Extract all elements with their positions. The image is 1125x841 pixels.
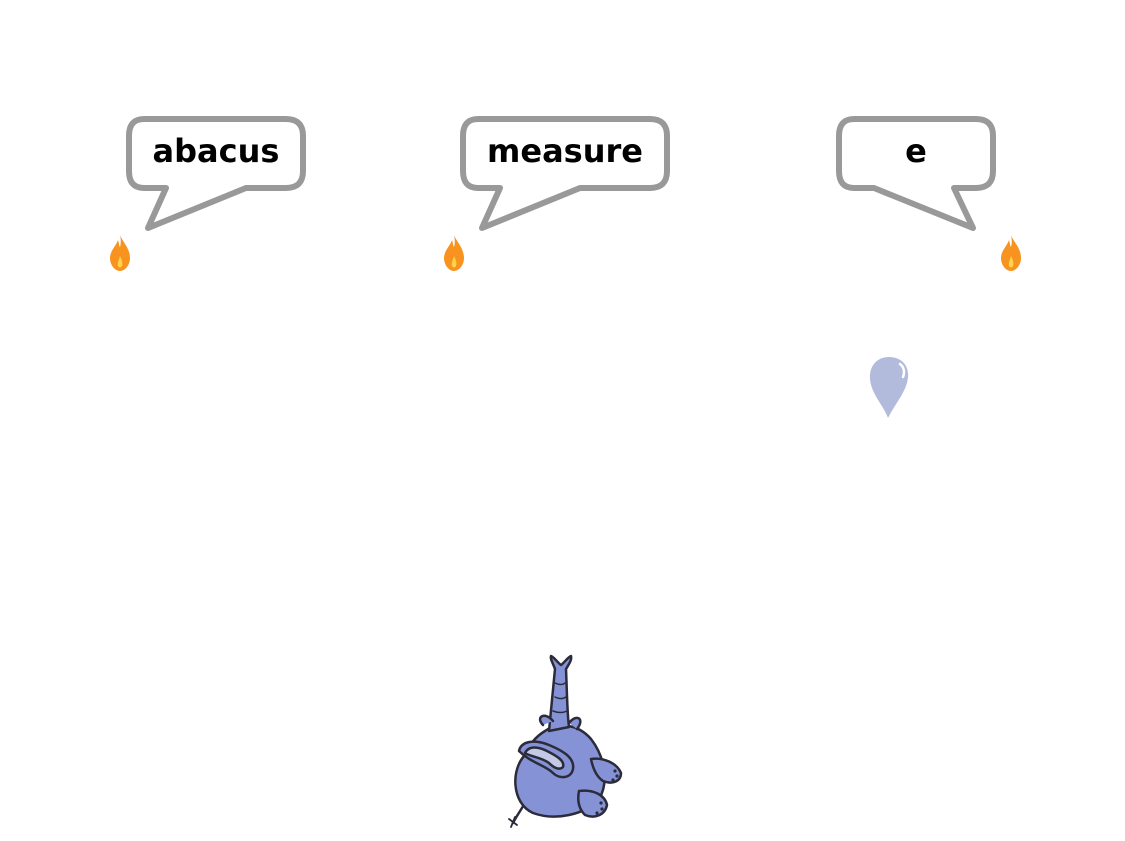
word-bubble-2: measure [460,116,670,232]
word-label-2: measure [487,132,643,170]
game-stage[interactable]: abacus measure e [0,0,1125,841]
elephant-icon[interactable] [505,653,629,834]
water-drop-icon [867,354,911,427]
word-bubble-1: abacus [126,116,306,232]
flame-icon [999,234,1023,277]
word-bubble-3: e [836,116,996,232]
flame-icon [108,234,132,277]
word-label-1: abacus [152,132,280,170]
word-label-3: e [905,132,927,170]
flame-icon [442,234,466,277]
